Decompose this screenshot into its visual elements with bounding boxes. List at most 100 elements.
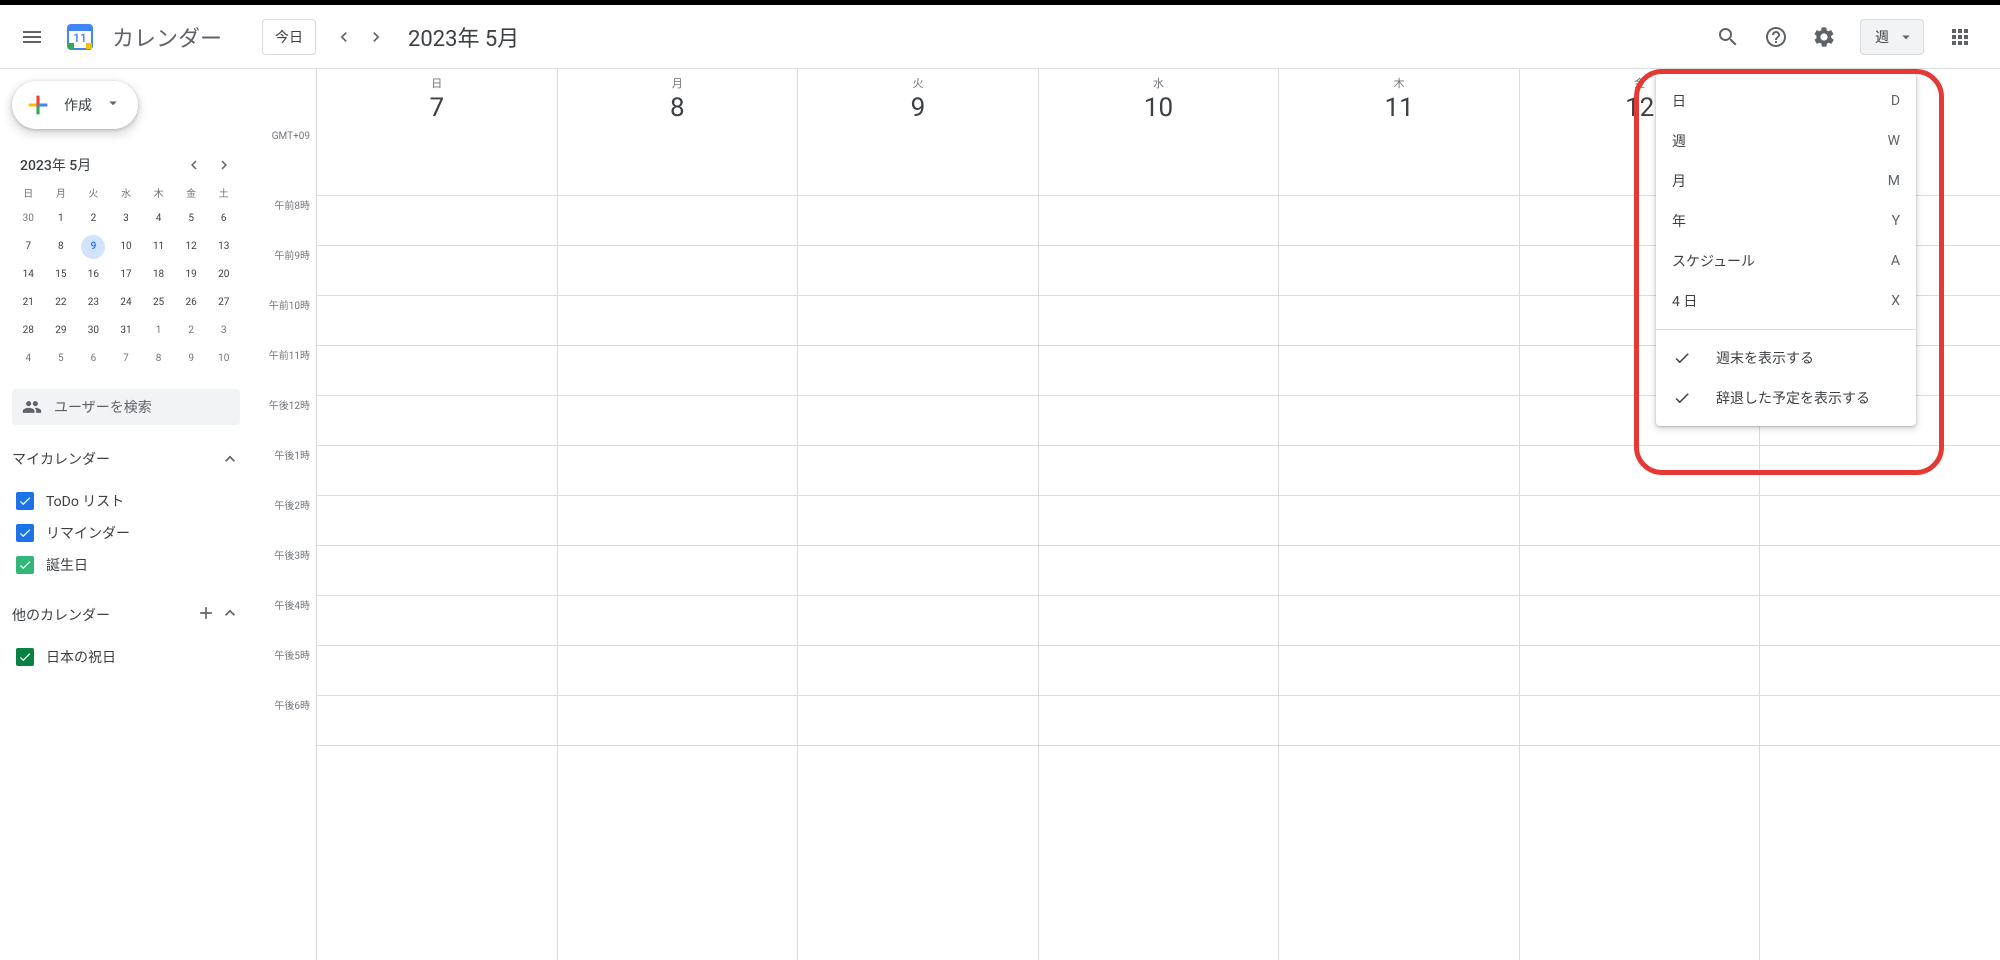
mini-cal-day[interactable]: 1 — [45, 205, 78, 233]
mini-cal-day[interactable]: 30 — [77, 317, 110, 345]
day-column[interactable] — [557, 153, 798, 960]
mini-cal-day[interactable]: 8 — [142, 345, 175, 373]
section-title: 他のカレンダー — [12, 605, 110, 625]
view-menu-toggle[interactable]: 週末を表示する — [1656, 338, 1916, 378]
view-menu-toggle[interactable]: 辞退した予定を表示する — [1656, 378, 1916, 418]
day-column[interactable] — [1038, 153, 1279, 960]
mini-cal-day[interactable]: 12 — [175, 233, 208, 261]
day-column-header[interactable]: 木11 — [1278, 69, 1519, 153]
calendar-main: GMT+09 日7月8火9水10木11金12土13 午前7時午前8時午前9時午前… — [256, 69, 2000, 960]
mini-cal-day[interactable]: 23 — [77, 289, 110, 317]
calendar-list-item[interactable]: ToDo リスト — [12, 485, 240, 517]
mini-cal-day[interactable]: 15 — [45, 261, 78, 289]
people-icon — [22, 397, 42, 417]
mini-cal-dow: 金 — [175, 185, 208, 205]
mini-cal-day[interactable]: 4 — [12, 345, 45, 373]
mini-cal-day[interactable]: 25 — [142, 289, 175, 317]
mini-cal-day[interactable]: 26 — [175, 289, 208, 317]
day-of-month-label: 11 — [1279, 93, 1519, 123]
mini-cal-day[interactable]: 10 — [110, 233, 143, 261]
view-menu-item[interactable]: 日D — [1656, 81, 1916, 121]
calendar-item-label: ToDo リスト — [46, 491, 124, 511]
mini-cal-day[interactable]: 11 — [142, 233, 175, 261]
mini-cal-day[interactable]: 3 — [207, 317, 240, 345]
mini-cal-day[interactable]: 6 — [77, 345, 110, 373]
day-column-header[interactable]: 日7 — [316, 69, 557, 153]
day-column-header[interactable]: 水10 — [1038, 69, 1279, 153]
mini-cal-day[interactable]: 14 — [12, 261, 45, 289]
prev-week-button[interactable] — [328, 21, 360, 53]
mini-cal-day[interactable]: 19 — [175, 261, 208, 289]
mini-cal-day[interactable]: 17 — [110, 261, 143, 289]
mini-cal-day[interactable]: 16 — [77, 261, 110, 289]
section-title: マイカレンダー — [12, 449, 110, 469]
view-menu-item-shortcut: M — [1888, 173, 1900, 189]
mini-cal-next[interactable] — [212, 153, 236, 177]
hour-gridline — [316, 445, 2000, 446]
add-other-calendar-button[interactable] — [196, 603, 216, 627]
mini-cal-day[interactable]: 1 — [142, 317, 175, 345]
mini-cal-day[interactable]: 20 — [207, 261, 240, 289]
mini-cal-day[interactable]: 13 — [207, 233, 240, 261]
calendar-item-label: 日本の祝日 — [46, 647, 116, 667]
checkbox-checked-icon[interactable] — [16, 492, 34, 510]
view-menu-item-label: 4 日 — [1672, 291, 1697, 311]
mini-cal-day[interactable]: 8 — [45, 233, 78, 261]
next-week-button[interactable] — [360, 21, 392, 53]
view-menu-toggle-label: 辞退した予定を表示する — [1716, 388, 1870, 408]
mini-cal-day[interactable]: 10 — [207, 345, 240, 373]
calendar-list-item[interactable]: リマインダー — [12, 517, 240, 549]
today-button[interactable]: 今日 — [262, 19, 316, 55]
view-menu-item[interactable]: 4 日X — [1656, 281, 1916, 321]
mini-cal-day[interactable]: 30 — [12, 205, 45, 233]
mini-cal-day[interactable]: 7 — [12, 233, 45, 261]
other-calendars-section-header[interactable]: 他のカレンダー — [12, 597, 240, 633]
search-button[interactable] — [1704, 13, 1752, 61]
view-menu-item[interactable]: 週W — [1656, 121, 1916, 161]
day-column[interactable] — [1278, 153, 1519, 960]
view-menu-item[interactable]: 月M — [1656, 161, 1916, 201]
day-column[interactable] — [316, 153, 557, 960]
mini-cal-day[interactable]: 9 — [175, 345, 208, 373]
mini-cal-day[interactable]: 31 — [110, 317, 143, 345]
mini-cal-day[interactable]: 3 — [110, 205, 143, 233]
checkbox-checked-icon[interactable] — [16, 556, 34, 574]
mini-cal-prev[interactable] — [182, 153, 206, 177]
search-people-input[interactable]: ユーザーを検索 — [12, 389, 240, 425]
view-switcher-button[interactable]: 週 — [1860, 19, 1924, 55]
calendar-list-item[interactable]: 誕生日 — [12, 549, 240, 581]
mini-cal-day[interactable]: 21 — [12, 289, 45, 317]
mini-cal-day[interactable]: 24 — [110, 289, 143, 317]
settings-button[interactable] — [1800, 13, 1848, 61]
day-column[interactable] — [797, 153, 1038, 960]
help-icon — [1764, 25, 1788, 49]
my-calendars-section-header[interactable]: マイカレンダー — [12, 441, 240, 477]
mini-cal-day[interactable]: 2 — [77, 205, 110, 233]
time-label: 午前10時 — [256, 297, 316, 347]
mini-cal-day[interactable]: 5 — [175, 205, 208, 233]
view-menu-item[interactable]: スケジュールA — [1656, 241, 1916, 281]
mini-cal-day[interactable]: 18 — [142, 261, 175, 289]
hour-gridline — [316, 595, 2000, 596]
main-menu-button[interactable] — [8, 13, 56, 61]
mini-cal-day[interactable]: 9 — [77, 233, 110, 261]
mini-cal-day[interactable]: 28 — [12, 317, 45, 345]
mini-cal-day[interactable]: 2 — [175, 317, 208, 345]
mini-cal-day[interactable]: 5 — [45, 345, 78, 373]
day-column-header[interactable]: 月8 — [557, 69, 798, 153]
mini-cal-dow: 土 — [207, 185, 240, 205]
day-column-header[interactable]: 火9 — [797, 69, 1038, 153]
mini-cal-day[interactable]: 22 — [45, 289, 78, 317]
mini-cal-day[interactable]: 7 — [110, 345, 143, 373]
create-button[interactable]: 作成 — [12, 81, 138, 129]
calendar-list-item[interactable]: 日本の祝日 — [12, 641, 240, 673]
mini-cal-day[interactable]: 27 — [207, 289, 240, 317]
checkbox-checked-icon[interactable] — [16, 524, 34, 542]
mini-cal-day[interactable]: 4 — [142, 205, 175, 233]
mini-cal-day[interactable]: 6 — [207, 205, 240, 233]
checkbox-checked-icon[interactable] — [16, 648, 34, 666]
view-menu-item[interactable]: 年Y — [1656, 201, 1916, 241]
help-button[interactable] — [1752, 13, 1800, 61]
mini-cal-day[interactable]: 29 — [45, 317, 78, 345]
google-apps-button[interactable] — [1936, 13, 1984, 61]
